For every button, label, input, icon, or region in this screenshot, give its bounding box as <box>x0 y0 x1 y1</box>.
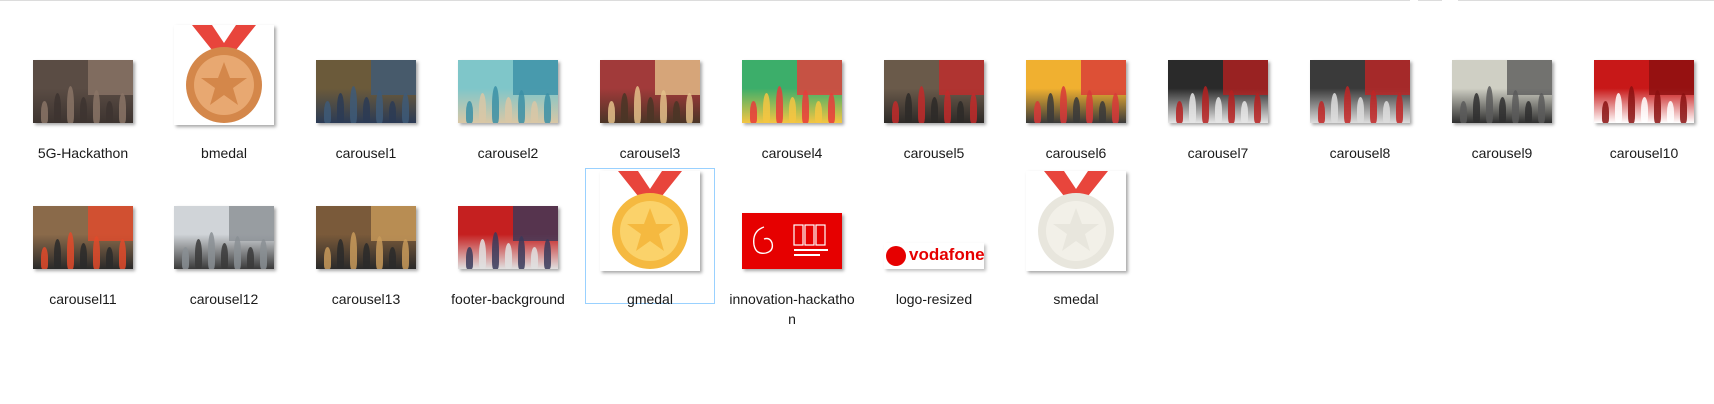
file-name-label: bmedal <box>201 145 247 161</box>
file-thumbnail <box>160 23 288 135</box>
file-item-carousel13[interactable]: carousel13 <box>301 168 431 307</box>
file-item-carousel4[interactable]: carousel4 <box>727 22 857 161</box>
file-thumbnail <box>19 169 147 281</box>
file-thumbnail <box>728 23 856 135</box>
file-name-label: carousel8 <box>1329 145 1391 161</box>
medal-icon <box>174 25 274 125</box>
file-thumbnail <box>302 169 430 281</box>
file-item-5G-Hackathon[interactable]: 5G-Hackathon <box>18 22 148 161</box>
file-thumbnail: vodafone <box>870 169 998 281</box>
file-thumbnail <box>1154 23 1282 135</box>
file-thumbnail <box>444 23 572 135</box>
vodafone-logo-text: vodafone <box>909 245 984 264</box>
file-name-label: carousel3 <box>619 145 681 161</box>
file-name-label: carousel12 <box>189 291 259 307</box>
file-name-label: carousel9 <box>1471 145 1533 161</box>
file-item-carousel5[interactable]: carousel5 <box>869 22 999 161</box>
file-item-logo-resized[interactable]: vodafone logo-resized <box>869 168 999 307</box>
file-thumbnail <box>19 23 147 135</box>
file-item-gmedal[interactable]: gmedal <box>585 168 715 307</box>
file-item-carousel8[interactable]: carousel8 <box>1295 22 1425 161</box>
file-name-label: carousel10 <box>1609 145 1679 161</box>
file-name-label: logo-resized <box>895 291 973 307</box>
file-thumbnail <box>1580 23 1708 135</box>
file-name-label: carousel2 <box>477 145 539 161</box>
file-name-label: carousel6 <box>1045 145 1107 161</box>
file-name-label: carousel13 <box>331 291 401 307</box>
file-thumbnail <box>160 169 288 281</box>
file-item-carousel3[interactable]: carousel3 <box>585 22 715 161</box>
file-thumbnail <box>1012 23 1140 135</box>
file-item-innovation-hackathon[interactable]: innovation-hackathon <box>727 168 857 327</box>
file-name-label: carousel5 <box>903 145 965 161</box>
file-thumbnail <box>444 169 572 281</box>
file-name-label: carousel7 <box>1187 145 1249 161</box>
file-item-bmedal[interactable]: bmedal <box>159 22 289 161</box>
file-item-carousel7[interactable]: carousel7 <box>1153 22 1283 161</box>
file-thumbnail <box>728 169 856 281</box>
file-item-footer-background[interactable]: footer-background <box>443 168 573 307</box>
file-name-label: 5G-Hackathon <box>37 145 129 161</box>
file-name-label: carousel4 <box>761 145 823 161</box>
innovation-banner-graphic <box>742 213 842 269</box>
file-name-label: gmedal <box>627 291 673 307</box>
file-item-carousel1[interactable]: carousel1 <box>301 22 431 161</box>
file-thumbnail <box>586 23 714 135</box>
window-top-border <box>0 0 1714 2</box>
file-thumbnail <box>302 23 430 135</box>
vodafone-logo-icon <box>886 246 906 266</box>
file-thumbnail <box>586 169 714 281</box>
file-name-label: carousel1 <box>335 145 397 161</box>
file-name-label: footer-background <box>451 291 565 307</box>
medal-icon <box>600 171 700 271</box>
file-item-carousel10[interactable]: carousel10 <box>1579 22 1709 161</box>
file-thumbnail <box>1012 169 1140 281</box>
file-item-carousel6[interactable]: carousel6 <box>1011 22 1141 161</box>
file-thumbnail <box>1438 23 1566 135</box>
file-item-smedal[interactable]: smedal <box>1011 168 1141 307</box>
medal-icon <box>1026 171 1126 271</box>
file-thumbnail <box>870 23 998 135</box>
file-item-carousel9[interactable]: carousel9 <box>1437 22 1567 161</box>
file-item-carousel11[interactable]: carousel11 <box>18 168 148 307</box>
file-name-label: innovation-hackathon <box>729 291 855 327</box>
file-thumbnail <box>1296 23 1424 135</box>
file-item-carousel2[interactable]: carousel2 <box>443 22 573 161</box>
file-name-label: smedal <box>1053 291 1099 307</box>
file-item-carousel12[interactable]: carousel12 <box>159 168 289 307</box>
file-name-label: carousel11 <box>49 291 117 307</box>
